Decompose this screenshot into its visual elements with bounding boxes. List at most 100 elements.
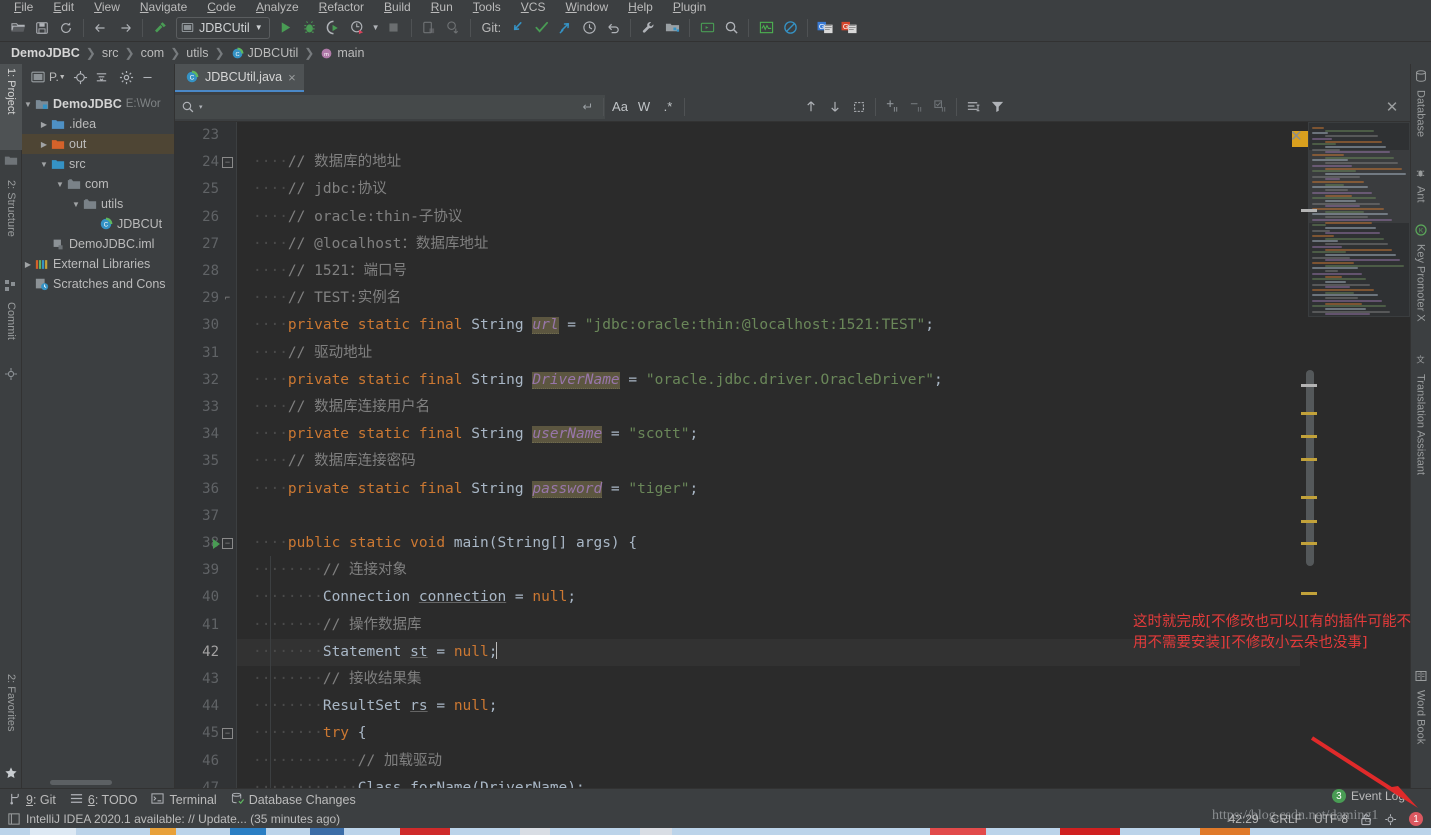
tree-node-demojdbc[interactable]: ▼DemoJDBCE:\Wor <box>22 94 174 114</box>
code-line[interactable]: ············// 加载驱动 <box>237 748 1300 775</box>
code-line[interactable]: ····private static final String DriverNa… <box>237 367 1300 394</box>
close-find-icon[interactable]: ✕ <box>1380 95 1404 119</box>
menu-item-help[interactable]: Help <box>618 1 663 14</box>
remove-line-icon[interactable] <box>904 95 928 119</box>
locate-icon[interactable] <box>71 68 90 87</box>
profile-dropdown-icon[interactable]: ▼ <box>370 16 382 40</box>
code-line[interactable] <box>237 503 1300 530</box>
git-push-icon[interactable] <box>553 16 577 40</box>
bottom-tool-database-changes[interactable]: Database Changes <box>231 792 356 808</box>
menu-item-plugin[interactable]: Plugin <box>663 1 716 14</box>
open-folder-icon[interactable] <box>6 16 30 40</box>
collapse-all-icon[interactable] <box>92 68 111 87</box>
code-line[interactable]: ····// @localhost：数据库地址 <box>237 231 1300 258</box>
translate-google-icon[interactable]: G <box>813 16 837 40</box>
run-gutter-icon[interactable] <box>213 539 220 549</box>
add-line-icon[interactable] <box>880 95 904 119</box>
breadcrumb-item-utils[interactable]: utils <box>183 46 211 60</box>
regex-newline-icon[interactable] <box>575 95 599 119</box>
run-configuration-selector[interactable]: JDBCUtil ▼ <box>176 17 270 39</box>
sidebar-item-favorites[interactable]: 2: Favorites <box>0 670 22 758</box>
match-case-toggle[interactable]: Aa <box>608 95 632 119</box>
error-count-badge[interactable]: 1 <box>1409 812 1423 826</box>
attach-debugger-icon[interactable] <box>417 16 441 40</box>
forward-arrow-icon[interactable] <box>113 16 137 40</box>
taskbar-item[interactable] <box>1200 828 1250 835</box>
project-tree[interactable]: ▼DemoJDBCE:\Wor▶.idea▶out▼src▼com▼utilsC… <box>22 90 174 294</box>
chevron-right-icon[interactable]: ▶ <box>38 140 50 149</box>
bottom-tool-6--todo[interactable]: 6: TODO <box>70 792 138 808</box>
next-occurrence-icon[interactable] <box>823 95 847 119</box>
tree-node-com[interactable]: ▼com <box>22 174 174 194</box>
project-structure-icon[interactable] <box>660 16 684 40</box>
menu-item-vcs[interactable]: VCS <box>511 1 556 14</box>
code-line[interactable]: ····private static final String userName… <box>237 421 1300 448</box>
code-lines[interactable]: ····// 数据库的地址····// jdbc:协议····// oracle… <box>237 122 1300 788</box>
code-line[interactable]: ····// 数据库连接密码 <box>237 448 1300 475</box>
project-horizontal-scrollbar[interactable] <box>50 780 112 785</box>
translate-g-icon[interactable]: G <box>837 16 861 40</box>
run-coverage-icon[interactable] <box>322 16 346 40</box>
code-line[interactable]: ····// 驱动地址 <box>237 340 1300 367</box>
code-line[interactable]: ········// 接收结果集 <box>237 666 1300 693</box>
code-line[interactable]: ····private static final String url = "j… <box>237 312 1300 339</box>
menu-item-code[interactable]: Code <box>197 1 246 14</box>
debug-icon[interactable] <box>298 16 322 40</box>
sidebar-item-database[interactable]: Database <box>1410 86 1431 156</box>
menu-item-build[interactable]: Build <box>374 1 421 14</box>
code-fold-toggle[interactable]: − <box>222 538 233 549</box>
hide-icon[interactable] <box>138 68 157 87</box>
editor-scroll-zone[interactable]: ✕ <box>1300 122 1410 788</box>
tree-node-out[interactable]: ▶out <box>22 134 174 154</box>
run-icon[interactable] <box>274 16 298 40</box>
chevron-down-icon[interactable]: ▼ <box>54 180 66 189</box>
bottom-tool-terminal[interactable]: Terminal <box>151 792 216 808</box>
regex-toggle[interactable]: .* <box>656 95 680 119</box>
code-fold-toggle[interactable]: − <box>222 157 233 168</box>
undo-icon[interactable] <box>601 16 625 40</box>
code-fold-toggle[interactable]: − <box>222 728 233 739</box>
menu-item-refactor[interactable]: Refactor <box>309 1 374 14</box>
code-line[interactable] <box>237 122 1300 149</box>
project-view-selector-icon[interactable] <box>28 68 47 87</box>
breadcrumb-item-main[interactable]: mmain <box>317 46 367 60</box>
tree-node-jdbcut[interactable]: CJDBCUt <box>22 214 174 234</box>
menu-item-window[interactable]: Window <box>555 1 618 14</box>
history-icon[interactable] <box>577 16 601 40</box>
gear-icon[interactable] <box>117 68 136 87</box>
terminal-icon[interactable] <box>695 16 719 40</box>
notification-icon[interactable] <box>8 813 20 825</box>
update-project-icon[interactable] <box>441 16 465 40</box>
code-line[interactable]: ········Connection connection = null; <box>237 584 1300 611</box>
search-everywhere-icon[interactable] <box>719 16 743 40</box>
breadcrumb-item-com[interactable]: com <box>138 46 168 60</box>
profile-icon[interactable] <box>346 16 370 40</box>
code-line[interactable]: ············Class.forName(DriverName); <box>237 775 1300 788</box>
menu-bar[interactable]: FileEditViewNavigateCodeAnalyzeRefactorB… <box>0 0 1431 14</box>
code-fold-toggle[interactable]: ⌐ <box>222 293 233 304</box>
menu-item-run[interactable]: Run <box>421 1 463 14</box>
breadcrumb-item-jdbcutil[interactable]: CJDBCUtil <box>228 46 302 60</box>
chevron-down-icon[interactable]: ▼ <box>255 23 263 32</box>
code-line[interactable]: ····// 数据库连接用户名 <box>237 394 1300 421</box>
chevron-right-icon[interactable]: ▶ <box>38 120 50 129</box>
code-minimap-preview[interactable] <box>1308 122 1410 317</box>
taskbar-item[interactable] <box>30 828 76 835</box>
sidebar-item-key-promoter[interactable]: Key Promoter X <box>1410 240 1431 346</box>
chevron-down-icon[interactable]: ▼ <box>70 200 82 209</box>
git-update-icon[interactable] <box>505 16 529 40</box>
code-line[interactable]: ····private static final String password… <box>237 476 1300 503</box>
chevron-down-icon[interactable]: ▼ <box>38 160 50 169</box>
code-line[interactable]: ····// TEST:实例名 <box>237 285 1300 312</box>
code-editor[interactable]: 2324−2526272829⌐303132333435363738−39404… <box>175 122 1300 788</box>
sidebar-item-structure[interactable]: 2: Structure <box>0 176 22 276</box>
editor-gutter[interactable]: 2324−2526272829⌐303132333435363738−39404… <box>175 122 237 788</box>
tree-node-src[interactable]: ▼src <box>22 154 174 174</box>
monitor-icon[interactable] <box>754 16 778 40</box>
editor-scrollbar-thumb[interactable] <box>1306 370 1314 566</box>
taskbar-item[interactable] <box>640 828 672 835</box>
menu-item-view[interactable]: View <box>84 1 130 14</box>
bottom-tool-9--git[interactable]: 9: Git <box>8 792 56 808</box>
menu-item-edit[interactable]: Edit <box>43 1 84 14</box>
breadcrumb-item-src[interactable]: src <box>99 46 122 60</box>
